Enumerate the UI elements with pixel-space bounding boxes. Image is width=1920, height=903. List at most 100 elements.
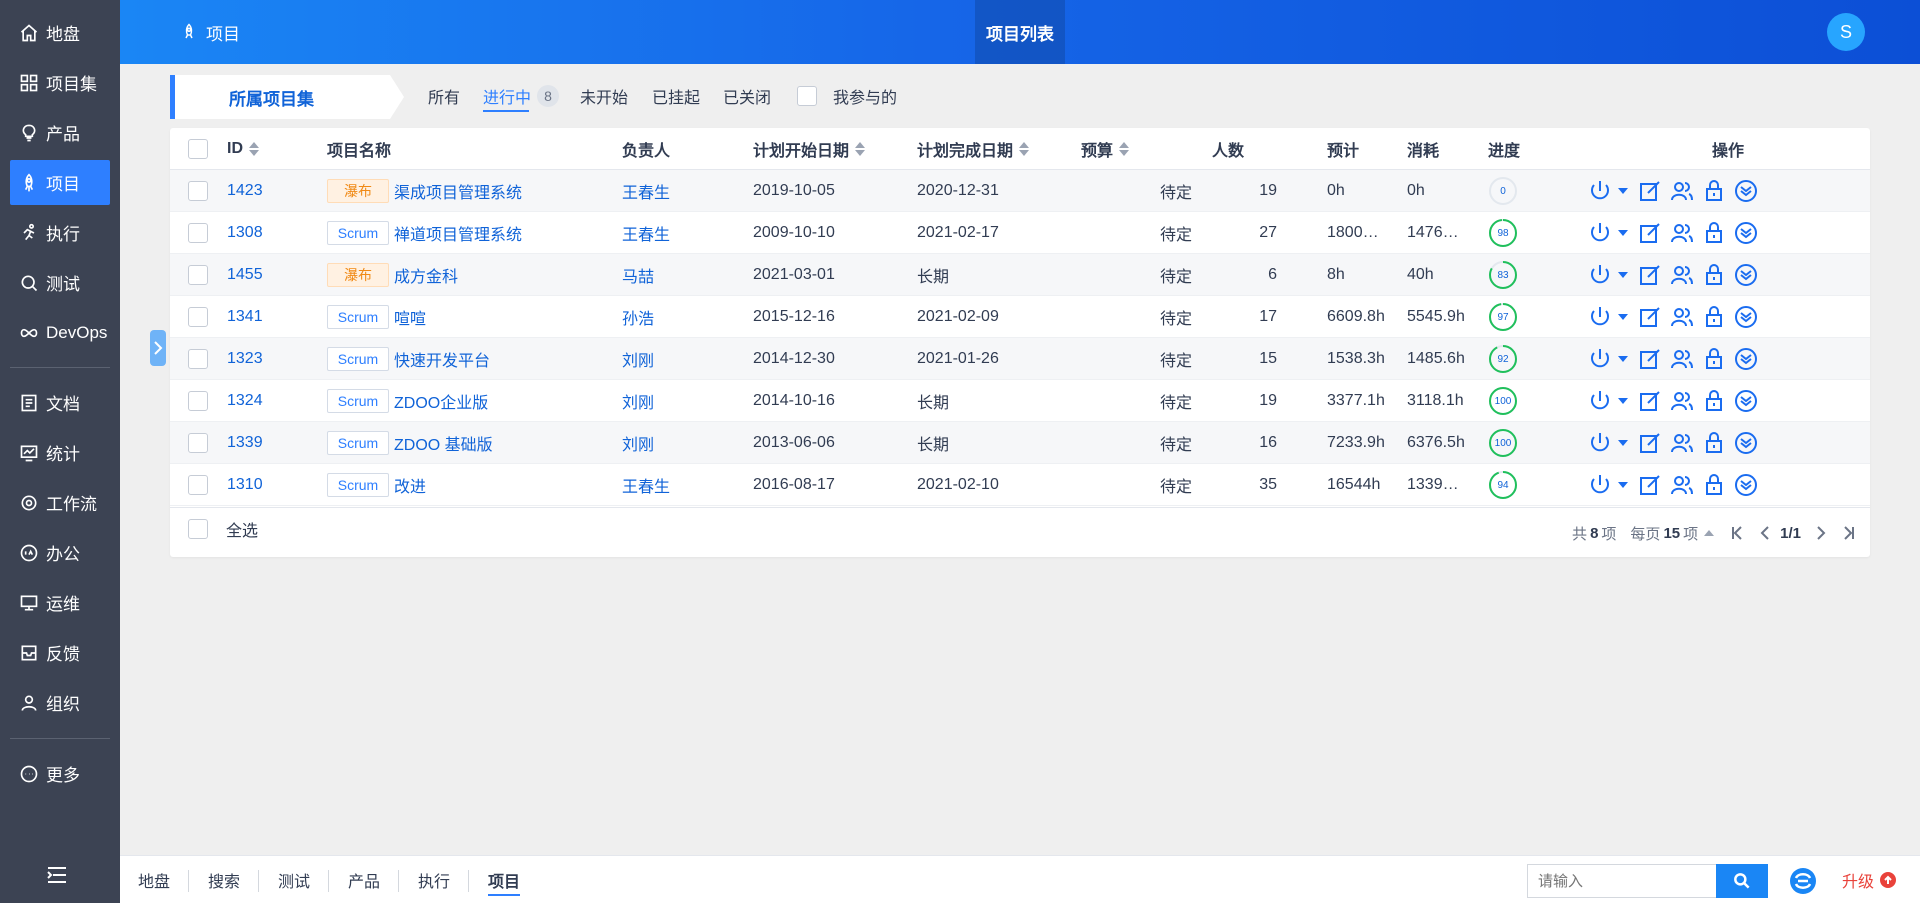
members-icon[interactable] <box>1670 179 1694 203</box>
power-icon[interactable] <box>1588 221 1612 245</box>
tab-project-list[interactable]: 项目列表 <box>975 0 1065 64</box>
select-all-control[interactable]: 全选 <box>188 508 258 550</box>
more-circle-icon[interactable] <box>1734 347 1758 371</box>
involved-checkbox[interactable] <box>797 86 817 106</box>
sidebar-item-product[interactable]: 产品 <box>10 110 110 155</box>
project-owner-link[interactable]: 刘刚 <box>622 380 654 422</box>
more-circle-icon[interactable] <box>1734 221 1758 245</box>
bottom-tab-execution[interactable]: 执行 <box>418 856 450 903</box>
members-icon[interactable] <box>1670 305 1694 329</box>
program-filter-button[interactable]: 所属项目集 <box>170 75 405 119</box>
more-circle-icon[interactable] <box>1734 389 1758 413</box>
members-icon[interactable] <box>1670 221 1694 245</box>
edit-icon[interactable] <box>1638 263 1662 287</box>
sidebar-item-more[interactable]: 更多 <box>10 751 110 796</box>
project-name-link[interactable]: ZDOO 基础版 <box>394 431 493 455</box>
sidebar-item-devops[interactable]: DevOps <box>10 310 110 355</box>
caret-down-icon[interactable] <box>1616 431 1630 455</box>
menu-collapse-icon[interactable] <box>45 865 69 885</box>
sidebar-item-program[interactable]: 项目集 <box>10 60 110 105</box>
edit-icon[interactable] <box>1638 389 1662 413</box>
project-id-link[interactable]: 1339 <box>227 422 263 464</box>
caret-down-icon[interactable] <box>1616 221 1630 245</box>
header-checkbox[interactable] <box>188 139 208 159</box>
col-id[interactable]: ID <box>227 128 259 170</box>
sidebar-item-dashboard[interactable]: 地盘 <box>10 10 110 55</box>
zentao-logo-icon[interactable] <box>1788 866 1818 896</box>
sidebar-item-doc[interactable]: 文档 <box>10 380 110 425</box>
members-icon[interactable] <box>1670 473 1694 497</box>
edit-icon[interactable] <box>1638 431 1662 455</box>
row-checkbox[interactable] <box>188 433 208 453</box>
project-id-link[interactable]: 1323 <box>227 338 263 380</box>
tab-wait[interactable]: 未开始 <box>580 84 628 108</box>
lock-icon[interactable] <box>1702 179 1726 203</box>
lock-icon[interactable] <box>1702 305 1726 329</box>
caret-down-icon[interactable] <box>1616 473 1630 497</box>
bottom-tab-test[interactable]: 测试 <box>278 856 310 903</box>
lock-icon[interactable] <box>1702 221 1726 245</box>
power-icon[interactable] <box>1588 179 1612 203</box>
caret-down-icon[interactable] <box>1616 179 1630 203</box>
col-budget[interactable]: 预算 <box>1081 128 1130 170</box>
project-id-link[interactable]: 1324 <box>227 380 263 422</box>
sidebar-item-test[interactable]: 测试 <box>10 260 110 305</box>
caret-down-icon[interactable] <box>1616 305 1630 329</box>
bottom-tab-product[interactable]: 产品 <box>348 856 380 903</box>
power-icon[interactable] <box>1588 389 1612 413</box>
prev-page-icon[interactable] <box>1754 522 1776 544</box>
project-name-link[interactable]: 渠成项目管理系统 <box>394 179 522 203</box>
project-owner-link[interactable]: 刘刚 <box>622 338 654 380</box>
caret-down-icon[interactable] <box>1616 347 1630 371</box>
bottom-tab-project[interactable]: 项目 <box>488 856 521 903</box>
col-end[interactable]: 计划完成日期 <box>917 128 1030 170</box>
sidebar-item-execution[interactable]: 执行 <box>10 210 110 255</box>
involved-filter[interactable]: 我参与的 <box>797 84 897 108</box>
tab-all[interactable]: 所有 <box>428 84 460 108</box>
edit-icon[interactable] <box>1638 347 1662 371</box>
caret-down-icon[interactable] <box>1616 389 1630 413</box>
upgrade-button[interactable]: 升级 <box>1842 856 1897 903</box>
members-icon[interactable] <box>1670 431 1694 455</box>
sidebar-item-ops[interactable]: 运维 <box>10 580 110 625</box>
project-name-link[interactable]: 改进 <box>394 473 426 497</box>
project-name-link[interactable]: 成方金科 <box>394 263 458 287</box>
project-owner-link[interactable]: 刘刚 <box>622 422 654 464</box>
edit-icon[interactable] <box>1638 179 1662 203</box>
project-id-link[interactable]: 1308 <box>227 212 263 254</box>
power-icon[interactable] <box>1588 347 1612 371</box>
more-circle-icon[interactable] <box>1734 263 1758 287</box>
project-id-link[interactable]: 1423 <box>227 170 263 212</box>
project-owner-link[interactable]: 孙浩 <box>622 296 654 338</box>
edit-icon[interactable] <box>1638 473 1662 497</box>
lock-icon[interactable] <box>1702 263 1726 287</box>
bottom-tab-search[interactable]: 搜索 <box>208 856 240 903</box>
last-page-icon[interactable] <box>1838 522 1860 544</box>
power-icon[interactable] <box>1588 305 1612 329</box>
row-checkbox[interactable] <box>188 265 208 285</box>
sidebar-item-workflow[interactable]: 工作流 <box>10 480 110 525</box>
members-icon[interactable] <box>1670 263 1694 287</box>
power-icon[interactable] <box>1588 473 1612 497</box>
edit-icon[interactable] <box>1638 305 1662 329</box>
lock-icon[interactable] <box>1702 431 1726 455</box>
expand-sidebar-handle[interactable] <box>150 330 166 366</box>
tab-suspended[interactable]: 已挂起 <box>652 84 700 108</box>
caret-up-icon[interactable] <box>1704 530 1715 536</box>
project-name-link[interactable]: ZDOO企业版 <box>394 389 488 413</box>
col-begin[interactable]: 计划开始日期 <box>753 128 866 170</box>
more-circle-icon[interactable] <box>1734 431 1758 455</box>
global-search-input[interactable] <box>1527 864 1717 898</box>
row-checkbox[interactable] <box>188 391 208 411</box>
power-icon[interactable] <box>1588 263 1612 287</box>
members-icon[interactable] <box>1670 347 1694 371</box>
select-all-checkbox[interactable] <box>188 519 208 539</box>
first-page-icon[interactable] <box>1726 522 1748 544</box>
global-search-button[interactable] <box>1716 864 1768 898</box>
members-icon[interactable] <box>1670 389 1694 413</box>
lock-icon[interactable] <box>1702 473 1726 497</box>
project-name-link[interactable]: 禅道项目管理系统 <box>394 221 522 245</box>
bottom-tab-dashboard[interactable]: 地盘 <box>138 856 170 903</box>
sidebar-item-stats[interactable]: 统计 <box>10 430 110 475</box>
more-circle-icon[interactable] <box>1734 473 1758 497</box>
